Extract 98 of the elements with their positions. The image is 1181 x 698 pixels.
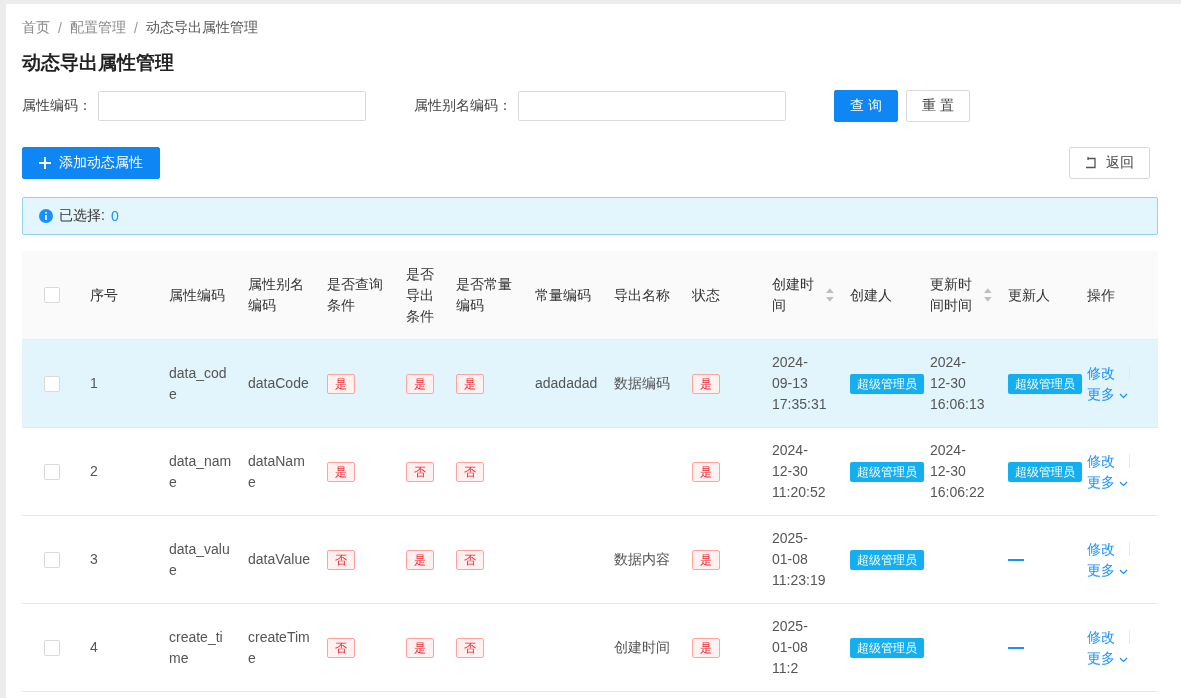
selection-label: 已选择: — [59, 207, 105, 225]
status-tag: 是 — [692, 462, 720, 482]
status-tag: 否 — [406, 462, 434, 482]
row-checkbox[interactable] — [44, 375, 60, 392]
chevron-down-icon — [1119, 568, 1128, 575]
column-header: 属性别名编码 — [248, 275, 305, 315]
user-tag: 超级管理员 — [850, 550, 924, 570]
selection-count: 0 — [110, 208, 119, 224]
table-cell: 4 — [90, 639, 98, 655]
edit-link[interactable]: 修改 — [1087, 626, 1115, 648]
more-link[interactable]: 更多 — [1087, 473, 1115, 490]
row-checkbox[interactable] — [44, 463, 60, 480]
table-cell-text: createTime — [248, 627, 311, 668]
column-header: 是否查询条件 — [327, 275, 384, 315]
search-button[interactable]: 查 询 — [834, 90, 898, 122]
table-cell-text: data_name — [169, 451, 232, 492]
input-field[interactable] — [98, 91, 366, 121]
status-tag: 是 — [406, 638, 434, 658]
status-tag: 否 — [456, 550, 484, 570]
table-cell-text: 2024-12-30 11:20:52 — [772, 441, 827, 502]
add-button[interactable]: 添加动态属性 — [22, 147, 160, 179]
table-cell-text: adadadad — [535, 374, 598, 393]
breadcrumb-item[interactable]: 配置管理 — [69, 19, 126, 37]
table-cell: 1 — [90, 375, 98, 391]
more-link[interactable]: 更多 — [1087, 385, 1115, 402]
column-header: 操作 — [1087, 285, 1115, 305]
sort-icon[interactable] — [826, 288, 834, 302]
user-tag: 超级管理员 — [1008, 462, 1082, 482]
table-cell-text: 2025-01-08 11:23:19 — [772, 529, 827, 590]
more-link[interactable]: 更多 — [1087, 561, 1115, 578]
more-link[interactable]: 更多 — [1087, 649, 1115, 666]
input-field[interactable] — [518, 91, 786, 121]
row-checkbox[interactable] — [44, 639, 60, 656]
status-tag: 否 — [327, 550, 355, 570]
column-header: 创建人 — [850, 285, 892, 305]
status-tag: 是 — [327, 374, 355, 394]
breadcrumb-item: 动态导出属性管理 — [145, 19, 258, 37]
column-header: 更新人 — [1008, 285, 1050, 305]
user-tag: 超级管理员 — [850, 638, 924, 658]
column-header: 常量编码 — [535, 285, 591, 305]
user-tag: 超级管理员 — [1008, 374, 1082, 394]
select-all-checkbox[interactable] — [44, 287, 60, 303]
table-cell-text: 2024-09-13 17:35:31 — [772, 353, 827, 414]
column-header: 序号 — [90, 285, 118, 305]
filter-label: 属性别名编码： — [414, 97, 512, 115]
empty-dash — [1008, 558, 1024, 561]
table-cell-text: dataCode — [248, 374, 310, 393]
table-cell-text: data_value — [169, 539, 231, 580]
status-tag: 是 — [456, 374, 484, 394]
plus-icon — [39, 157, 51, 169]
table-cell-text: 2025-01-08 11:2 — [772, 617, 809, 678]
column-header: 创建时间 — [772, 275, 815, 315]
table-cell-text: dataName — [248, 451, 306, 492]
chevron-down-icon — [1119, 656, 1128, 663]
status-tag: 是 — [692, 374, 720, 394]
chevron-down-icon — [1119, 480, 1128, 487]
table-cell-text: 2024-12-30 16:06:22 — [930, 441, 985, 502]
table-cell: 2 — [90, 463, 98, 479]
table-cell: 创建时间 — [614, 639, 670, 655]
status-tag: 是 — [406, 550, 434, 570]
table-cell-text: 2024-12-30 16:06:13 — [930, 353, 985, 414]
table-cell-text: data_code — [169, 363, 228, 404]
column-header: 更新时间时间 — [930, 275, 973, 315]
reset-button[interactable]: 重 置 — [906, 90, 970, 122]
table-cell: 数据内容 — [614, 551, 670, 567]
sort-icon[interactable] — [984, 288, 992, 302]
empty-dash — [1008, 646, 1024, 649]
edit-link[interactable]: 修改 — [1087, 450, 1115, 472]
user-tag: 超级管理员 — [850, 462, 924, 482]
breadcrumb-item[interactable]: 首页 — [22, 19, 50, 37]
status-tag: 否 — [456, 638, 484, 658]
edit-link[interactable]: 修改 — [1087, 362, 1115, 384]
breadcrumb-separator: / — [133, 20, 138, 36]
status-tag: 是 — [692, 550, 720, 570]
filter-label: 属性编码： — [22, 97, 92, 115]
user-tag: 超级管理员 — [850, 374, 924, 394]
table-cell-text: create_time — [169, 627, 224, 668]
return-icon — [1085, 157, 1098, 169]
column-header: 属性编码 — [169, 285, 225, 305]
breadcrumb-separator: / — [58, 20, 62, 36]
column-header: 导出名称 — [614, 285, 670, 305]
column-header: 是否常量编码 — [456, 275, 513, 315]
column-header: 状态 — [692, 285, 720, 305]
chevron-down-icon — [1119, 392, 1128, 399]
status-tag: 是 — [406, 374, 434, 394]
table-cell: 3 — [90, 551, 98, 567]
status-tag: 是 — [327, 462, 355, 482]
back-button[interactable]: 返回 — [1069, 147, 1150, 179]
edit-link[interactable]: 修改 — [1087, 538, 1115, 560]
status-tag: 是 — [692, 638, 720, 658]
row-checkbox[interactable] — [44, 551, 60, 568]
table-cell: 数据编码 — [614, 375, 670, 391]
page-title: 动态导出属性管理 — [22, 51, 175, 75]
table-cell-text: dataValue — [248, 550, 311, 569]
column-header: 是否导出条件 — [406, 264, 435, 326]
status-tag: 否 — [327, 638, 355, 658]
status-tag: 否 — [456, 462, 484, 482]
info-icon — [39, 209, 53, 223]
